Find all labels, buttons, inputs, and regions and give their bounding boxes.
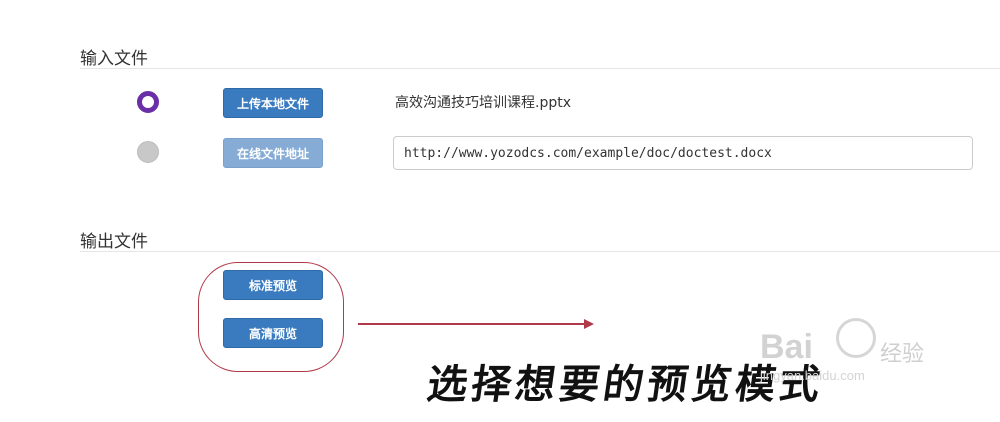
watermark-sub: 经验 bbox=[880, 341, 925, 366]
watermark-brand: Bai bbox=[760, 328, 813, 366]
upload-local-file-button[interactable]: 上传本地文件 bbox=[223, 88, 323, 118]
output-section-title: 输出文件 bbox=[80, 232, 148, 252]
online-url-radio[interactable] bbox=[137, 141, 159, 163]
output-section-divider bbox=[80, 251, 1000, 252]
file-url-input[interactable] bbox=[393, 136, 973, 170]
annotation-arrow bbox=[358, 323, 584, 325]
watermark-url: jingyan.baidu.com bbox=[760, 368, 865, 383]
highlight-oval bbox=[198, 262, 344, 372]
upload-radio[interactable] bbox=[137, 91, 159, 113]
arrow-head-icon bbox=[584, 319, 594, 329]
paw-icon bbox=[836, 318, 876, 358]
input-section-divider bbox=[80, 68, 1000, 69]
online-file-url-button[interactable]: 在线文件地址 bbox=[223, 138, 323, 168]
input-section-title: 输入文件 bbox=[80, 49, 148, 69]
uploaded-file-name: 高效沟通技巧培训课程.pptx bbox=[395, 95, 571, 111]
